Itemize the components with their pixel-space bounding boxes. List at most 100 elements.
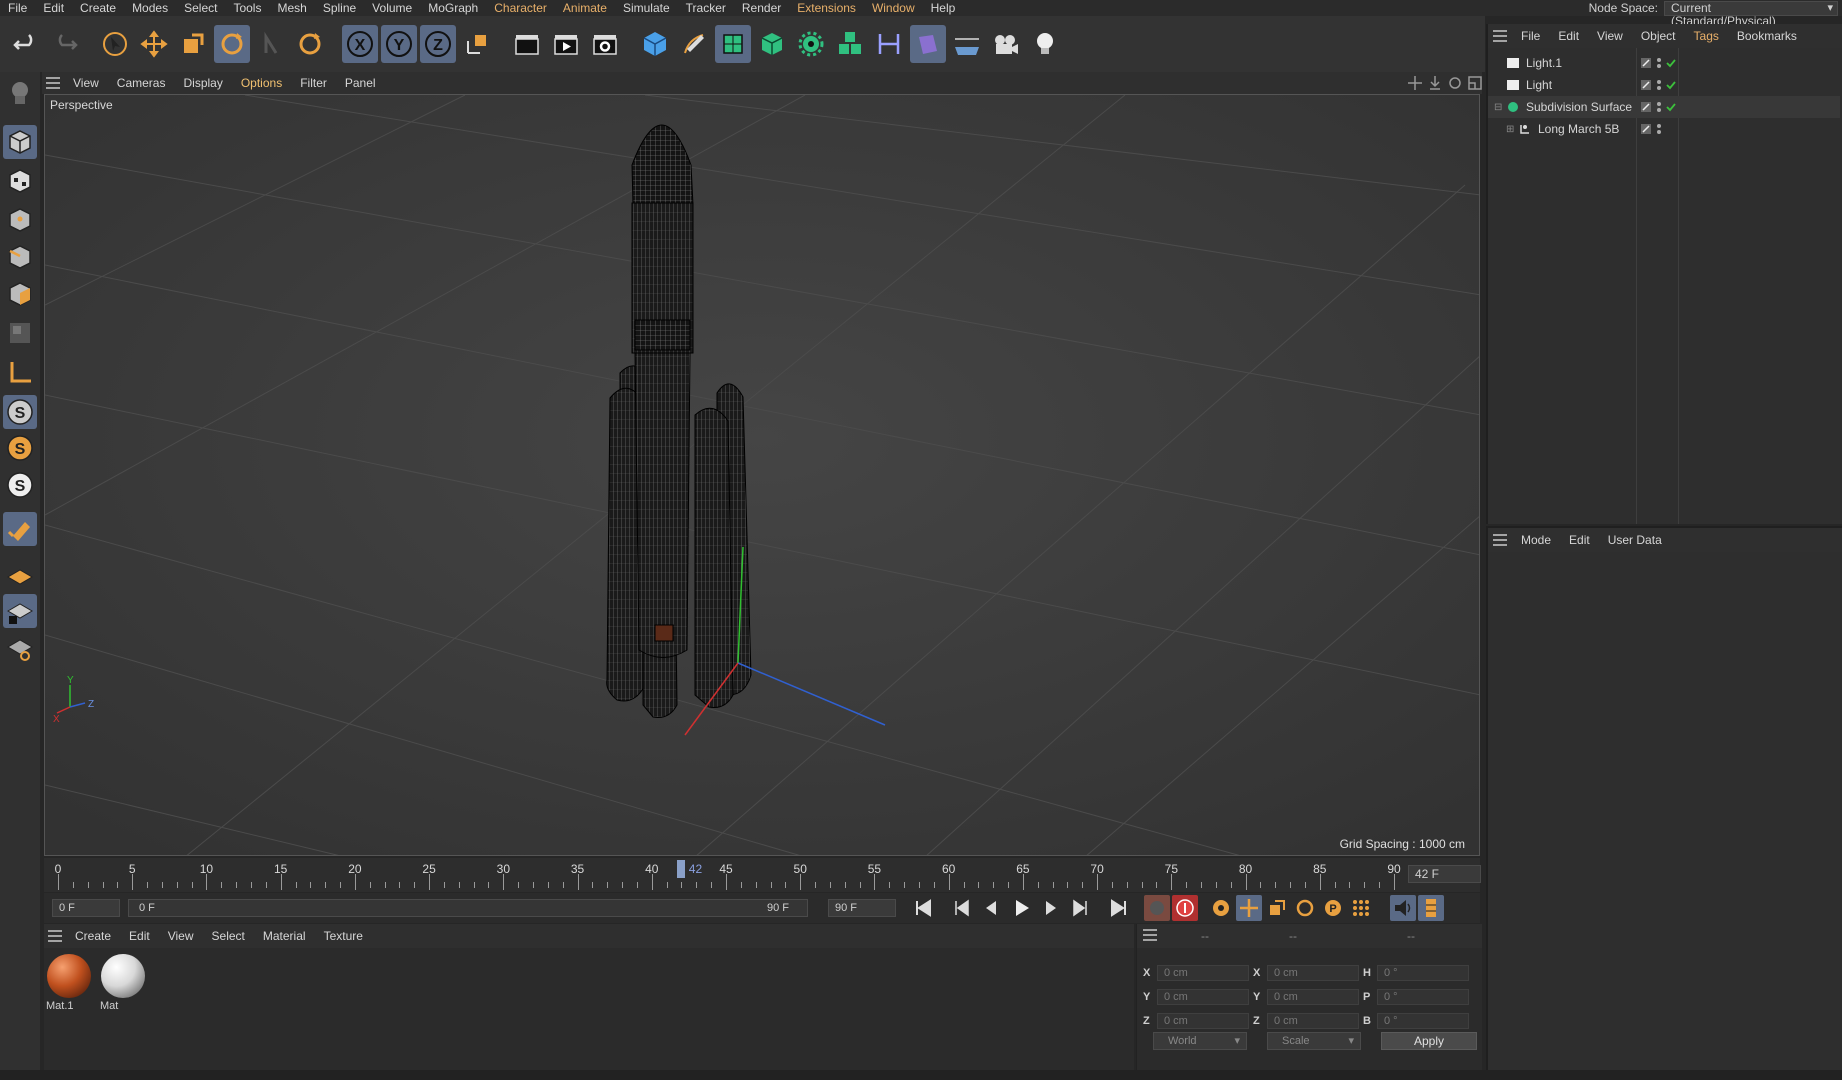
orbit-icon[interactable] xyxy=(1448,76,1462,90)
object-menu-bookmarks[interactable]: Bookmarks xyxy=(1728,29,1806,43)
menu-render[interactable]: Render xyxy=(734,0,789,16)
axis-mode-button[interactable] xyxy=(3,355,37,389)
record-keys-button[interactable] xyxy=(1144,895,1170,921)
node-space-dropdown[interactable]: Current (Standard/Physical) xyxy=(1664,0,1838,27)
object-menu-file[interactable]: File xyxy=(1512,29,1549,43)
position-x-field[interactable]: 0 cm xyxy=(1157,965,1249,981)
menu-help[interactable]: Help xyxy=(923,0,964,16)
camera-button[interactable] xyxy=(988,25,1024,63)
lock-workplane-button[interactable] xyxy=(3,594,37,628)
material-menu-material[interactable]: Material xyxy=(254,929,315,943)
attribute-menu-edit[interactable]: Edit xyxy=(1560,533,1599,547)
render-to-picture-viewer-button[interactable] xyxy=(548,25,584,63)
edit-tag-icon[interactable] xyxy=(1640,101,1652,113)
live-selection-button[interactable] xyxy=(97,25,133,63)
previous-keyframe-button[interactable] xyxy=(948,895,974,921)
hamburger-icon[interactable] xyxy=(1488,30,1512,42)
menu-tools[interactable]: Tools xyxy=(225,0,269,16)
material-menu-edit[interactable]: Edit xyxy=(120,929,159,943)
edit-tag-icon[interactable] xyxy=(1640,57,1652,69)
polygons-mode-button[interactable] xyxy=(3,277,37,311)
workplane-snap-button[interactable]: S xyxy=(3,468,37,502)
menu-simulate[interactable]: Simulate xyxy=(615,0,678,16)
x-axis-button[interactable]: X xyxy=(342,25,378,63)
material-menu-create[interactable]: Create xyxy=(66,929,120,943)
extrude-button[interactable] xyxy=(754,25,790,63)
light-button[interactable] xyxy=(1027,25,1063,63)
previous-frame-button[interactable] xyxy=(978,895,1004,921)
visibility-dots-icon[interactable] xyxy=(1656,101,1662,113)
menu-animate[interactable]: Animate xyxy=(555,0,615,16)
next-frame-button[interactable] xyxy=(1038,895,1064,921)
maximize-view-icon[interactable] xyxy=(1468,76,1482,90)
undo-button[interactable] xyxy=(8,25,44,63)
move-button[interactable] xyxy=(136,25,172,63)
3d-viewport[interactable]: Y X Z Perspective Grid Spacing : 1000 cm xyxy=(44,94,1480,856)
points-mode-button[interactable] xyxy=(3,203,37,237)
rotate-tool-button[interactable] xyxy=(292,25,328,63)
snap-button[interactable]: S xyxy=(3,395,37,429)
playhead[interactable] xyxy=(677,860,686,878)
timeline-button[interactable] xyxy=(1418,895,1444,921)
rotation-b-field[interactable]: 0 ° xyxy=(1377,1013,1469,1029)
menu-mesh[interactable]: Mesh xyxy=(269,0,314,16)
edit-tag-icon[interactable] xyxy=(1640,79,1652,91)
menu-volume[interactable]: Volume xyxy=(364,0,420,16)
render-settings-button[interactable] xyxy=(587,25,623,63)
texture-mode-button[interactable] xyxy=(3,164,37,198)
object-row[interactable]: Light.1 xyxy=(1488,52,1840,74)
size-x-field[interactable]: 0 cm xyxy=(1267,965,1359,981)
visibility-dots-icon[interactable] xyxy=(1656,57,1662,69)
menu-window[interactable]: Window xyxy=(864,0,923,16)
play-button[interactable] xyxy=(1008,895,1034,921)
object-row[interactable]: ⊟ Subdivision Surface xyxy=(1488,96,1840,118)
menu-spline[interactable]: Spline xyxy=(315,0,364,16)
current-frame-field[interactable]: 42 F xyxy=(1408,865,1481,883)
menu-create[interactable]: Create xyxy=(72,0,124,16)
coordinate-system-button[interactable] xyxy=(459,25,495,63)
deformer-button[interactable] xyxy=(871,25,907,63)
rotate-button[interactable] xyxy=(214,25,250,63)
workplane-button[interactable] xyxy=(3,558,37,592)
visibility-dots-icon[interactable] xyxy=(1656,79,1662,91)
viewport-menu-options[interactable]: Options xyxy=(232,76,291,90)
autokeying-button[interactable] xyxy=(1172,895,1198,921)
keyframe-selection-button[interactable] xyxy=(1208,895,1234,921)
size-y-field[interactable]: 0 cm xyxy=(1267,989,1359,1005)
rotation-key-button[interactable] xyxy=(1292,895,1318,921)
viewport-menu-filter[interactable]: Filter xyxy=(291,76,336,90)
menu-modes[interactable]: Modes xyxy=(124,0,176,16)
material-menu-texture[interactable]: Texture xyxy=(315,929,372,943)
attribute-menu-user-data[interactable]: User Data xyxy=(1599,533,1671,547)
point-level-key-button[interactable] xyxy=(1348,895,1374,921)
object-menu-tags[interactable]: Tags xyxy=(1685,29,1728,43)
subdivision-surface-button[interactable] xyxy=(715,25,751,63)
dolly-icon[interactable] xyxy=(1428,76,1442,90)
menu-character[interactable]: Character xyxy=(486,0,555,16)
cloner-button[interactable] xyxy=(793,25,829,63)
viewport-menu-view[interactable]: View xyxy=(64,76,108,90)
size-z-field[interactable]: 0 cm xyxy=(1267,1013,1359,1029)
hamburger-icon[interactable] xyxy=(1488,534,1512,546)
material-swatch[interactable]: Mat xyxy=(100,954,146,1016)
menu-extensions[interactable]: Extensions xyxy=(789,0,864,16)
position-key-button[interactable] xyxy=(1236,895,1262,921)
object-row[interactable]: Light xyxy=(1488,74,1840,96)
next-keyframe-button[interactable] xyxy=(1068,895,1094,921)
snap-settings-button[interactable]: S xyxy=(3,431,37,465)
render-view-button[interactable] xyxy=(509,25,545,63)
edges-mode-button[interactable] xyxy=(3,240,37,274)
redo-button[interactable] xyxy=(47,25,83,63)
y-axis-button[interactable]: Y xyxy=(381,25,417,63)
pan-icon[interactable] xyxy=(1408,76,1422,90)
hamburger-icon[interactable] xyxy=(42,72,64,94)
attribute-menu-mode[interactable]: Mode xyxy=(1512,533,1560,547)
scale-button[interactable] xyxy=(175,25,211,63)
edit-tag-icon[interactable] xyxy=(1640,123,1652,135)
scale-key-button[interactable] xyxy=(1264,895,1290,921)
go-to-end-button[interactable] xyxy=(1106,895,1132,921)
rotation-p-field[interactable]: 0 ° xyxy=(1377,989,1469,1005)
make-editable-button[interactable] xyxy=(3,76,37,110)
enabled-check-icon[interactable] xyxy=(1666,58,1676,68)
go-to-start-button[interactable] xyxy=(910,895,936,921)
